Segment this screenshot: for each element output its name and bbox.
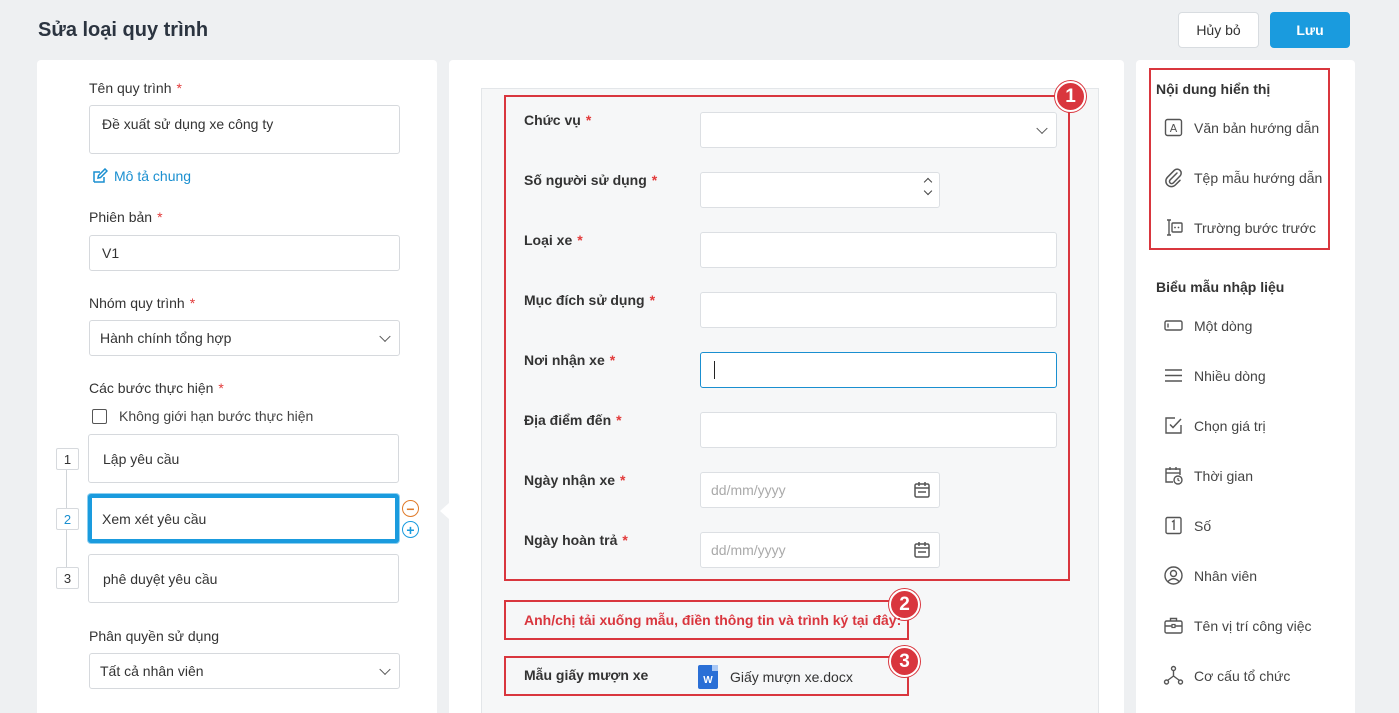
chevron-down-icon [379, 330, 391, 343]
field-label: Ngày hoàn trả * [524, 532, 628, 548]
briefcase-icon [1164, 617, 1183, 634]
step-number: 3 [56, 567, 79, 589]
process-name-label: Tên quy trình * [89, 80, 182, 96]
callout-badge: 1 [1055, 81, 1086, 112]
input-form-title: Biểu mẫu nhập liệu [1156, 279, 1285, 295]
field-label: Loại xe * [524, 232, 583, 248]
template-file-link[interactable]: W Giấy mượn xe.docx [698, 665, 853, 689]
tool-previous-step-field[interactable]: Trường bước trước [1163, 217, 1316, 238]
org-chart-icon [1163, 665, 1184, 685]
highlight-form-fields [504, 95, 1070, 581]
calendar-clock-icon [1165, 467, 1183, 485]
version-input[interactable]: V1 [89, 235, 400, 271]
position-select[interactable] [700, 112, 1057, 148]
page-title: Sửa loại quy trình [38, 19, 209, 41]
chevron-down-icon [379, 663, 391, 676]
tool-employee[interactable]: Nhân viên [1163, 565, 1257, 586]
text-caret [714, 361, 715, 379]
process-group-value: Hành chính tổng hợp [100, 330, 232, 346]
return-date-input[interactable]: dd/mm/yyyy [700, 532, 940, 568]
paperclip-icon [1165, 168, 1182, 188]
user-icon [1164, 566, 1183, 585]
number-icon [1165, 516, 1182, 535]
permission-select[interactable]: Tất cả nhân viên [89, 653, 400, 689]
field-label: Số người sử dụng * [524, 172, 658, 188]
calendar-icon[interactable] [913, 481, 931, 499]
tool-job-position[interactable]: Tên vị trí công việc [1163, 615, 1312, 636]
display-content-title: Nội dung hiển thị [1156, 81, 1271, 97]
calendar-icon[interactable] [913, 541, 931, 559]
single-line-icon [1164, 320, 1183, 331]
stepper-icon[interactable] [923, 177, 933, 196]
checkbox-icon [1165, 417, 1182, 434]
step-item-selected[interactable]: Xem xét yêu cầu [88, 494, 399, 543]
description-link[interactable]: Mô tả chung [92, 168, 191, 184]
field-label: Nơi nhận xe * [524, 352, 616, 368]
save-button[interactable]: Lưu [1270, 12, 1350, 48]
step-item[interactable]: phê duyệt yêu cầu [88, 554, 399, 603]
pickup-date-input[interactable]: dd/mm/yyyy [700, 472, 940, 508]
user-count-stepper[interactable] [700, 172, 940, 208]
tool-number[interactable]: Số [1163, 515, 1211, 536]
tool-instruction-text[interactable]: A Văn bản hướng dẫn [1163, 117, 1319, 138]
step-item[interactable]: Lập yêu cầu [88, 434, 399, 483]
field-label: Mục đích sử dụng * [524, 292, 656, 308]
step-number: 1 [56, 448, 79, 470]
permission-label: Phân quyền sử dụng [89, 628, 220, 644]
pickup-location-input[interactable] [700, 352, 1057, 388]
add-step-icon[interactable]: + [402, 521, 419, 538]
unlimited-steps-label: Không giới hạn bước thực hiện [119, 408, 314, 424]
field-icon [1167, 219, 1183, 236]
permission-value: Tất cả nhân viên [100, 663, 204, 679]
tool-multi-line[interactable]: Nhiều dòng [1163, 365, 1266, 386]
purpose-input[interactable] [700, 292, 1057, 328]
chevron-down-icon [1036, 122, 1048, 135]
word-file-icon: W [698, 665, 718, 689]
remove-step-icon[interactable]: − [402, 500, 419, 517]
field-label: Chức vụ * [524, 112, 592, 128]
checkbox-box[interactable] [92, 408, 107, 424]
date-placeholder: dd/mm/yyyy [711, 542, 786, 558]
unlimited-steps-checkbox[interactable]: Không giới hạn bước thực hiện [92, 408, 313, 424]
tool-choose-value[interactable]: Chọn giá trị [1163, 415, 1266, 436]
text-icon: A [1164, 118, 1183, 137]
description-link-label: Mô tả chung [114, 168, 192, 184]
callout-badge: 3 [889, 646, 920, 677]
tool-time[interactable]: Thời gian [1163, 465, 1253, 486]
step-number: 2 [56, 508, 79, 530]
date-placeholder: dd/mm/yyyy [711, 482, 786, 498]
steps-label: Các bước thực hiện * [89, 380, 224, 396]
instruction-text: Anh/chị tải xuống mẫu, điền thông tin và… [524, 612, 902, 628]
version-label: Phiên bản * [89, 209, 163, 225]
template-file-name: Giấy mượn xe.docx [730, 669, 853, 685]
field-label: Địa điểm đến * [524, 412, 622, 428]
process-group-select[interactable]: Hành chính tổng hợp [89, 320, 400, 356]
vehicle-type-input[interactable] [700, 232, 1057, 268]
tool-single-line[interactable]: Một dòng [1163, 315, 1252, 336]
field-label: Ngày nhận xe * [524, 472, 626, 488]
selection-pointer [440, 503, 449, 519]
tool-template-file[interactable]: Tệp mẫu hướng dẫn [1163, 167, 1322, 188]
cancel-button[interactable]: Hủy bỏ [1178, 12, 1259, 48]
tool-org-structure[interactable]: Cơ cấu tổ chức [1163, 665, 1290, 686]
process-group-label: Nhóm quy trình * [89, 295, 196, 311]
multi-line-icon [1165, 369, 1182, 382]
template-file-label: Mẫu giấy mượn xe [524, 667, 649, 683]
destination-input[interactable] [700, 412, 1057, 448]
svg-text:A: A [1170, 122, 1178, 135]
edit-icon [93, 168, 108, 183]
process-name-input[interactable]: Đề xuất sử dụng xe công ty [89, 105, 400, 154]
